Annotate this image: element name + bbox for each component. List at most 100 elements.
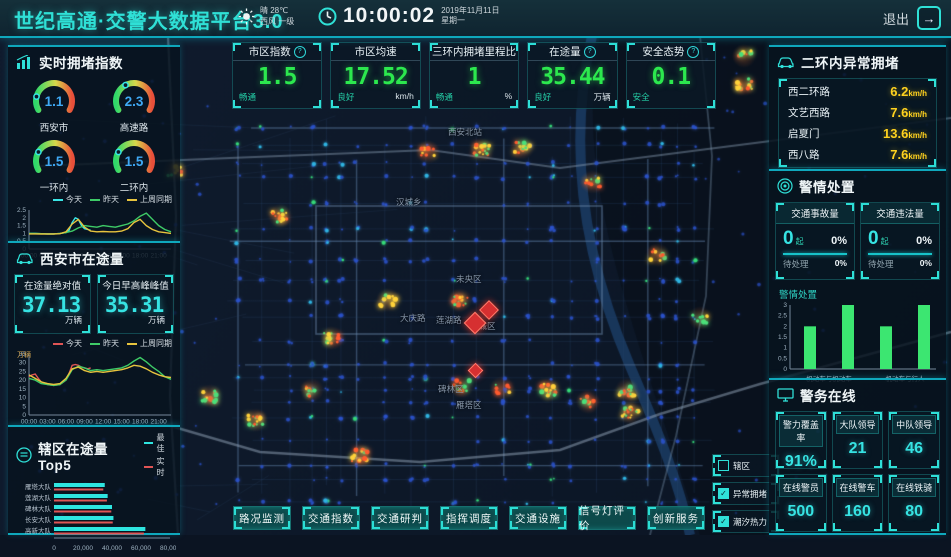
- incident-box: 交通违法量0起0%待处理0%: [860, 202, 940, 280]
- panel-incidents: 警情处置 交通事故量0起0%待处理0%交通违法量0起0%待处理0% 警情处置 0…: [769, 169, 946, 380]
- svg-text:80,000: 80,000: [160, 545, 176, 552]
- checkbox-icon: ✓: [718, 516, 729, 527]
- incident-box-title: 交通事故量: [776, 203, 854, 224]
- incident-percent: 0%: [916, 235, 932, 247]
- legend-swatch: [144, 466, 154, 468]
- incident-count: 0: [868, 228, 879, 250]
- map-label: 雁塔区: [456, 399, 482, 411]
- kpi-unit: 万辆: [594, 91, 611, 103]
- layer-label: 潮汐热力: [733, 516, 767, 528]
- legend-label: 今天: [66, 338, 82, 349]
- road-speed-unit: km/h: [908, 152, 927, 161]
- svg-text:10: 10: [19, 395, 27, 402]
- police-stat-box: 在线铁骑 80: [888, 474, 940, 532]
- nav-button-6[interactable]: 信号灯评价: [578, 506, 636, 530]
- incident-chart-label: 警情处置: [769, 284, 946, 301]
- legend-item: 实时: [144, 456, 172, 478]
- svg-text:1: 1: [22, 230, 26, 237]
- gauge-二环内: 1.5二环内: [94, 136, 174, 194]
- legend-swatch: [53, 343, 63, 345]
- weather-wind: 西风 一级: [260, 16, 294, 27]
- nav-button-4[interactable]: 指挥调度: [440, 506, 498, 530]
- help-icon[interactable]: ?: [584, 46, 596, 58]
- kpi-unit: %: [505, 91, 513, 103]
- svg-text:20,000: 20,000: [73, 545, 93, 552]
- legend-swatch: [53, 199, 63, 201]
- nav-button-1[interactable]: 路况监测: [233, 506, 291, 530]
- kpi-card-1: 市区指数?1.5畅通: [232, 42, 322, 109]
- kpi-title: 市区均速: [331, 43, 419, 61]
- current-weekday: 星期一: [441, 16, 499, 26]
- logout-button[interactable]: 退出 →: [883, 6, 941, 30]
- kpi-value: 35.44: [528, 61, 616, 91]
- kpi-card-4: 在途量? 35.44良好 万辆: [527, 42, 617, 109]
- svg-text:2: 2: [783, 323, 787, 330]
- gauge-label: 西安市: [14, 120, 94, 134]
- road-name: 文艺西路: [788, 105, 830, 120]
- police-stat-boxes: 警力覆盖率91%大队领导21中队领导46在线警员500在线警车160在线铁骑80: [769, 407, 946, 536]
- police-stat-box: 警力覆盖率91%: [775, 411, 827, 469]
- ontheway-stat-box: 今日早高峰峰值35.31万辆: [97, 274, 174, 334]
- header-bar: 世纪高通·交警大数据平台3.0 晴 28℃ 西风 一级 10:00:02 201…: [0, 0, 951, 38]
- abnormal-road-row: 文艺西路7.6km/h: [779, 102, 936, 123]
- abnormal-road-row: 西二环路6.2km/h: [779, 81, 936, 102]
- chart-ontheway-trend: 0510152025303500:0003:0006:0009:0012:001…: [8, 349, 180, 430]
- chart-incidents: 00.511.522.53机动车与机动车机动车与行人: [769, 301, 946, 390]
- police-stat-label: 大队领导: [836, 415, 880, 434]
- incident-box-value: 0起 0%: [861, 224, 939, 250]
- nav-button-3[interactable]: 交通研判: [371, 506, 429, 530]
- kpi-title: 市区指数?: [233, 43, 321, 61]
- car-alert-icon: [777, 56, 795, 69]
- police-stat-label: 在线警车: [836, 478, 880, 497]
- gauge-label: 一环内: [14, 180, 94, 194]
- help-icon[interactable]: ?: [687, 46, 699, 58]
- police-stat-label: 警力覆盖率: [779, 415, 823, 447]
- kpi-title-text: 在途量: [549, 44, 581, 59]
- svg-text:长安大队: 长安大队: [25, 515, 52, 524]
- svg-text:1.5: 1.5: [17, 223, 26, 230]
- police-stat-label: 在线铁骑: [892, 478, 936, 497]
- abnormal-road-row: 西八路7.6km/h: [779, 144, 936, 165]
- legend-label: 昨天: [103, 194, 119, 205]
- checkbox-icon: ✓: [718, 488, 729, 499]
- kpi-footer: 良好 万辆: [528, 91, 616, 103]
- map-label: 莲湖路: [436, 314, 462, 326]
- legend-label: 实时: [156, 456, 172, 478]
- kpi-status: 良好: [534, 91, 551, 103]
- gauge-一环内: 1.5一环内: [14, 136, 94, 194]
- help-icon[interactable]: ?: [294, 46, 306, 58]
- panel-top5: 辖区在途量Top5 最佳实时 雁塔大队莲湖大队碑林大队长安大队高新大队020,0…: [8, 425, 180, 535]
- svg-text:0: 0: [52, 545, 56, 552]
- stat-label: 在途量绝对值: [15, 275, 90, 292]
- svg-text:5: 5: [22, 403, 26, 410]
- road-speed: 7.6km/h: [890, 147, 927, 162]
- gauge-高速路: 2.3 高速路: [94, 76, 174, 134]
- police-stat-value: 46: [889, 437, 939, 458]
- incident-count-unit: 起: [881, 236, 889, 247]
- svg-text:2.3: 2.3: [125, 94, 144, 109]
- ontheway-stat-box: 在途量绝对值37.13万辆: [14, 274, 91, 334]
- monitor-icon: [777, 388, 794, 402]
- gauge-arc: 1.1: [21, 76, 87, 118]
- incident-box-footer: 待处理0%: [861, 258, 939, 270]
- incident-count: 0: [783, 228, 794, 250]
- nav-button-5[interactable]: 交通设施: [509, 506, 567, 530]
- kpi-card-3: 三环内拥堵里程比1畅通%: [429, 42, 519, 109]
- nav-button-2[interactable]: 交通指数: [302, 506, 360, 530]
- kpi-value: 17.52: [331, 61, 419, 91]
- kpi-card-5: 安全态势?0.1安全: [626, 42, 716, 109]
- police-stat-label: 中队领导: [892, 415, 936, 434]
- svg-text:60,000: 60,000: [131, 545, 151, 552]
- svg-text:25: 25: [19, 368, 27, 375]
- incident-box-value: 0起0%: [776, 224, 854, 250]
- legend-swatch: [127, 199, 137, 201]
- layer-label: 辖区: [733, 460, 750, 472]
- nav-button-7[interactable]: 创新服务: [647, 506, 705, 530]
- panel-ontheway: 西安市在途量 在途量绝对值37.13万辆今日早高峰峰值35.31万辆 今天昨天上…: [8, 241, 180, 427]
- target-icon: [777, 178, 793, 194]
- gauge-label: 高速路: [94, 120, 174, 134]
- map-label: 未央区: [456, 273, 482, 285]
- police-stat-value: 80: [889, 500, 939, 521]
- gauge-label: 二环内: [94, 180, 174, 194]
- kpi-unit: km/h: [395, 91, 413, 103]
